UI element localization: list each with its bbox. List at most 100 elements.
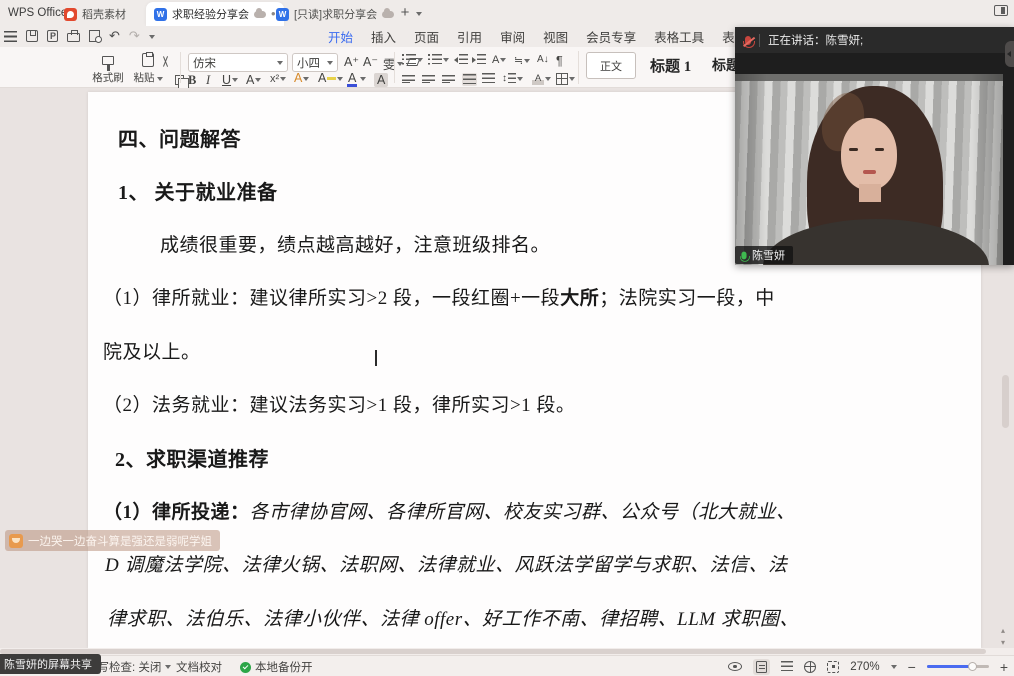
char-scale-button[interactable]: ≒ — [514, 54, 530, 67]
doc-paragraph: 律求职、法伯乐、法律小伙伴、法律 offer、好工作不南、律招聘、LLM 求职圈… — [107, 604, 799, 631]
reading-mode-icon[interactable] — [728, 662, 742, 671]
numbered-list-button[interactable] — [428, 54, 449, 65]
doc-heading-1: 四、问题解答 — [118, 123, 241, 152]
italic-button[interactable]: I — [206, 73, 210, 88]
font-color-button[interactable]: A — [348, 73, 366, 84]
horizontal-scrollbar-thumb[interactable] — [0, 649, 986, 654]
style-body-text[interactable]: 正文 — [586, 52, 636, 79]
mic-muted-icon[interactable] — [745, 36, 751, 45]
borders-icon — [556, 73, 568, 85]
zoom-slider-knob[interactable] — [968, 662, 977, 671]
tab-label: [只读]求职分享会 — [294, 6, 377, 22]
web-layout-icon[interactable] — [804, 661, 816, 673]
align-center-button[interactable] — [422, 73, 435, 84]
speaker-name-tag: 陈雪妍 — [735, 246, 793, 264]
align-center-icon — [422, 73, 435, 84]
decrease-indent-button[interactable] — [454, 54, 468, 65]
menu-tab-review[interactable]: 审阅 — [498, 26, 527, 47]
shrink-font-button[interactable]: A⁻ — [363, 54, 378, 69]
horizontal-scrollbar[interactable] — [0, 648, 1014, 655]
undo-icon[interactable]: ↶ — [109, 28, 120, 44]
file-menu-icon[interactable] — [4, 31, 17, 42]
bullet-list-icon — [402, 54, 416, 65]
scroll-down-arrow[interactable]: ▾ — [1001, 638, 1005, 647]
cloud-sync-icon — [382, 11, 394, 18]
style-heading1[interactable]: 标题 1 — [650, 55, 691, 76]
menu-tab-insert[interactable]: 插入 — [369, 26, 398, 47]
chevron-down-icon — [277, 61, 283, 65]
collapse-panel-handle[interactable] — [1005, 41, 1014, 67]
menu-tab-page[interactable]: 页面 — [412, 26, 441, 47]
char-shading-button[interactable]: A — [374, 73, 388, 87]
proofread-button[interactable]: 文档校对 — [176, 659, 222, 675]
bold-button[interactable]: B — [188, 73, 196, 88]
text-effect-button[interactable]: A — [294, 73, 309, 84]
text-tool-button[interactable]: 雯 — [383, 54, 403, 73]
shading-button[interactable]: A — [532, 73, 551, 85]
tab-docer[interactable]: 稻壳素材 — [56, 2, 134, 26]
menu-tab-home[interactable]: 开始 — [326, 26, 355, 47]
doc-paragraph: （2）法务就业：建议法务实习>1 段，律所实习>1 段。 — [103, 390, 575, 417]
redo-icon: ↷ — [129, 28, 140, 44]
font-size-select[interactable]: 小四 — [292, 53, 338, 72]
zoom-slider[interactable] — [927, 665, 989, 668]
cloud-sync-icon — [254, 11, 266, 18]
char-border-button[interactable]: A — [246, 73, 261, 87]
outline-view-icon[interactable] — [781, 661, 793, 672]
chevron-down-icon — [327, 61, 333, 65]
superscript-button[interactable]: x² — [270, 73, 286, 85]
format-painter-icon — [102, 56, 114, 65]
align-left-button[interactable] — [402, 73, 415, 84]
new-tab-button[interactable]: + — [396, 4, 414, 21]
save-icon[interactable] — [26, 30, 38, 42]
meeting-video-overlay[interactable]: 正在讲话：陈雪妍; 陈雪妍 — [735, 27, 1014, 265]
print-preview-icon[interactable] — [89, 30, 100, 42]
export-pdf-icon[interactable] — [47, 30, 58, 42]
scroll-up-arrow[interactable]: ▴ — [1001, 626, 1005, 635]
zoom-chevron[interactable] — [891, 665, 897, 669]
page-view-icon[interactable] — [753, 659, 770, 675]
doc-paragraph: D 调魔法学院、法律火锅、法职网、法律就业、风跃法学留学与求职、法信、法 — [105, 550, 787, 577]
borders-button[interactable] — [556, 73, 575, 85]
line-spacing-button[interactable]: ↕ — [502, 73, 523, 84]
justify-button[interactable] — [462, 73, 477, 86]
vertical-scrollbar-thumb[interactable] — [1002, 375, 1009, 428]
bullet-list-button[interactable] — [402, 54, 423, 65]
tab-current-document[interactable]: W 求职经验分享会 • — [146, 2, 284, 26]
print-icon[interactable] — [67, 33, 80, 42]
local-backup-status[interactable]: 本地备份开 — [240, 659, 313, 675]
customize-toolbar-chevron[interactable] — [149, 35, 155, 39]
sort-button[interactable]: A↓ — [537, 54, 549, 65]
align-left-icon — [402, 73, 415, 84]
format-painter-button[interactable]: 格式刷 — [88, 50, 128, 85]
menu-tab-member[interactable]: 会员专享 — [584, 26, 638, 47]
docer-icon — [64, 8, 77, 21]
increase-indent-button[interactable] — [472, 54, 486, 65]
tab-readonly-document[interactable]: W [只读]求职分享会 — [268, 2, 402, 26]
mic-active-icon — [741, 251, 746, 259]
doc-paragraph: 成绩很重要，绩点越高越好，注意班级排名。 — [160, 230, 550, 257]
zoom-level[interactable]: 270% — [850, 661, 879, 673]
chevron-down-icon — [165, 665, 171, 669]
menu-tab-table-tools[interactable]: 表格工具 — [652, 26, 706, 47]
doc-heading-2: 1、 关于就业准备 — [118, 176, 278, 205]
backup-on-icon — [240, 662, 251, 673]
underline-button[interactable]: U — [222, 73, 238, 87]
align-right-button[interactable] — [442, 73, 455, 84]
menu-tab-view[interactable]: 视图 — [541, 26, 570, 47]
grow-font-button[interactable]: A⁺ — [344, 54, 359, 69]
font-name-select[interactable]: 仿宋 — [188, 53, 288, 72]
distribute-button[interactable] — [482, 73, 495, 84]
fit-page-icon[interactable] — [827, 661, 839, 673]
zoom-out-button[interactable]: − — [908, 659, 916, 675]
menu-tab-reference[interactable]: 引用 — [455, 26, 484, 47]
align-right-icon — [442, 73, 455, 84]
zoom-in-button[interactable]: + — [1000, 659, 1008, 675]
highlight-button[interactable]: A — [318, 73, 343, 84]
cut-icon[interactable] — [160, 56, 171, 68]
shrink-text-button[interactable]: A — [492, 54, 506, 66]
tab-list-chevron[interactable] — [416, 12, 422, 16]
window-layout-icon[interactable] — [994, 5, 1008, 16]
shading-icon: A — [532, 73, 544, 85]
para-mark-button[interactable]: ¶ — [556, 54, 563, 68]
